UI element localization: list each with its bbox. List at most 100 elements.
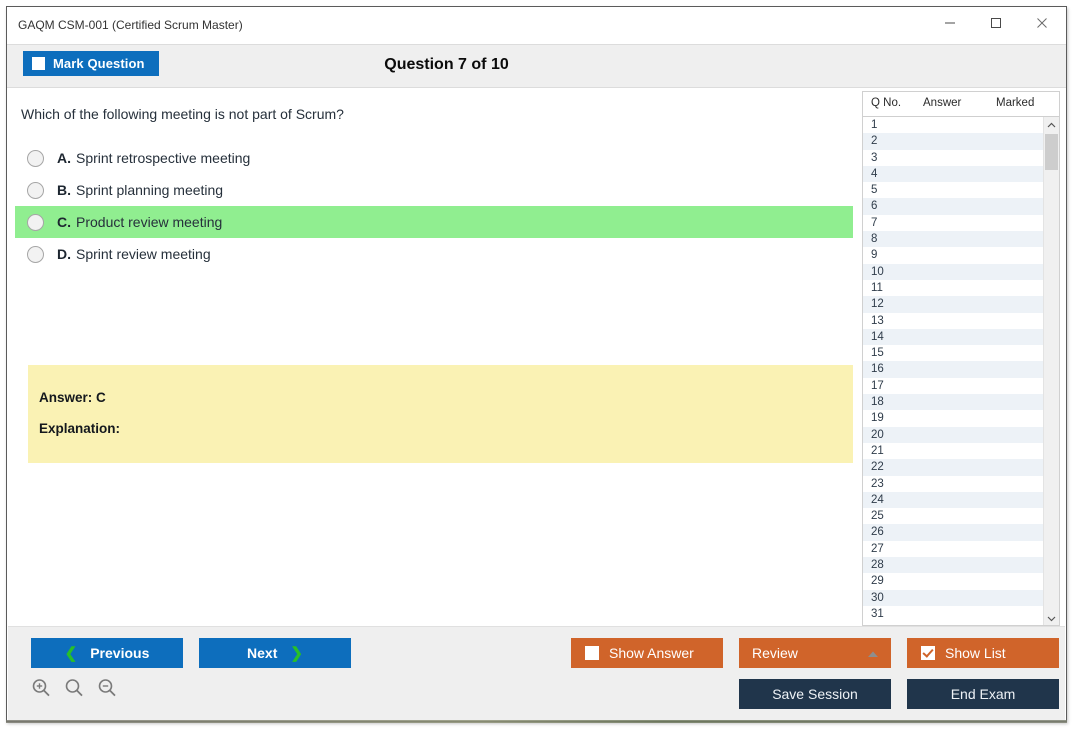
question-list-rows: 1 2 3 4 5 6 7 8 9 10 11 12 13 14 15 16 17 18 19 20 21 22 23 24 2… [863,117,1043,623]
question-list-panel: Q No. Answer Marked 1 2 3 4 5 6 7 8 9 10 11 12 13 14 1… [862,91,1060,626]
table-row[interactable]: 30 [863,589,1043,606]
table-row[interactable]: 17 [863,377,1043,395]
table-row[interactable]: 28 [863,557,1043,574]
answer-label: Answer: C [39,390,106,405]
answer-option-b[interactable]: B. Sprint planning meeting [15,174,853,206]
zoom-reset-icon[interactable] [63,677,85,699]
table-row[interactable]: 21 [863,442,1043,460]
answer-option-c[interactable]: C. Product review meeting [15,206,853,238]
table-row[interactable]: 6 [863,198,1043,215]
table-row[interactable]: 2 [863,133,1043,150]
table-row[interactable]: 8 [863,231,1043,248]
show-list-label: Show List [945,645,1006,661]
exam-window: GAQM CSM-001 (Certified Scrum Master) Ma… [6,6,1067,722]
table-row[interactable]: 19 [863,410,1043,427]
question-list-header: Q No. Answer Marked [863,92,1059,117]
table-row[interactable]: 31 [863,605,1043,623]
row-question-number: 19 [871,412,884,425]
row-question-number: 31 [871,607,884,620]
table-row[interactable]: 26 [863,524,1043,541]
row-question-number: 15 [871,347,884,360]
row-question-number: 10 [871,265,884,278]
table-row[interactable]: 9 [863,247,1043,264]
row-question-number: 9 [871,249,878,262]
answer-option-text: Sprint planning meeting [76,182,224,198]
column-header-qno: Q No. [871,97,902,109]
column-header-answer: Answer [923,97,962,109]
table-row[interactable]: 11 [863,279,1043,297]
show-list-checkbox[interactable] [921,646,935,660]
show-list-button[interactable]: Show List [907,638,1059,668]
minimize-icon [944,17,956,29]
close-button[interactable] [1019,7,1065,38]
row-question-number: 13 [871,314,884,327]
row-question-number: 5 [871,184,878,197]
row-question-number: 6 [871,200,878,213]
review-dropdown-button[interactable]: Review [739,638,891,668]
chevron-right-icon: ❯ [290,645,303,662]
table-row[interactable]: 4 [863,165,1043,183]
previous-button[interactable]: ❮ Previous [31,638,183,668]
minimize-button[interactable] [927,7,973,38]
footer-toolbar: ❮ Previous Next ❯ Show Answer Review Sho… [8,626,1065,720]
table-row[interactable]: 20 [863,426,1043,443]
next-button[interactable]: Next ❯ [199,638,351,668]
table-row[interactable]: 12 [863,296,1043,313]
table-row[interactable]: 3 [863,149,1043,166]
zoom-out-icon[interactable] [96,677,118,699]
window-titlebar: GAQM CSM-001 (Certified Scrum Master) [7,7,1066,44]
row-question-number: 2 [871,135,878,148]
table-row[interactable]: 5 [863,182,1043,199]
row-question-number: 26 [871,526,884,539]
scroll-up-arrow-icon[interactable] [1044,117,1059,133]
answer-option-text: Sprint review meeting [76,246,211,262]
close-icon [1036,17,1048,29]
table-row[interactable]: 13 [863,312,1043,329]
show-answer-checkbox[interactable] [585,646,599,660]
end-exam-button[interactable]: End Exam [907,679,1059,709]
table-row[interactable]: 15 [863,345,1043,362]
table-row[interactable]: 27 [863,540,1043,558]
table-row[interactable]: 10 [863,263,1043,280]
answer-option-letter: D. [57,246,71,262]
review-label: Review [752,645,798,661]
column-header-marked: Marked [996,97,1035,109]
row-question-number: 12 [871,298,884,311]
answer-option-d[interactable]: D. Sprint review meeting [15,238,853,270]
table-row[interactable]: 7 [863,214,1043,232]
answer-option-letter: B. [57,182,71,198]
row-question-number: 16 [871,363,884,376]
answer-option-a[interactable]: A. Sprint retrospective meeting [15,142,853,174]
maximize-button[interactable] [973,7,1019,38]
scroll-down-arrow-icon[interactable] [1044,610,1059,625]
answer-option-radio[interactable] [27,181,44,199]
save-session-button[interactable]: Save Session [739,679,891,709]
answer-option-radio[interactable] [27,149,44,167]
table-row[interactable]: 16 [863,361,1043,378]
table-row[interactable]: 23 [863,475,1043,492]
answer-option-radio[interactable] [27,213,44,231]
answer-option-text: Product review meeting [76,214,223,230]
table-row[interactable]: 24 [863,491,1043,509]
row-question-number: 8 [871,233,878,246]
window-title: GAQM CSM-001 (Certified Scrum Master) [18,18,243,32]
chevron-left-icon: ❮ [64,645,78,662]
table-row[interactable]: 25 [863,508,1043,525]
scrollbar-thumb[interactable] [1045,134,1058,170]
answer-explanation-box: Answer: C Explanation: [28,365,853,463]
previous-label: Previous [90,645,150,661]
window-bottom-edge [6,720,1067,723]
question-list-scrollbar[interactable] [1043,117,1059,625]
table-row[interactable]: 29 [863,573,1043,590]
zoom-in-icon[interactable] [30,677,52,699]
table-row[interactable]: 18 [863,394,1043,411]
table-row[interactable]: 22 [863,459,1043,476]
answer-option-radio[interactable] [27,245,44,263]
answer-option-text: Sprint retrospective meeting [76,150,251,166]
table-row[interactable]: 14 [863,328,1043,346]
answer-option-letter: C. [57,214,71,230]
exam-header-bar: Mark Question Question 7 of 10 [7,44,1066,88]
table-row[interactable]: 1 [863,117,1043,134]
question-pane: Which of the following meeting is not pa… [8,89,853,623]
show-answer-button[interactable]: Show Answer [571,638,723,668]
